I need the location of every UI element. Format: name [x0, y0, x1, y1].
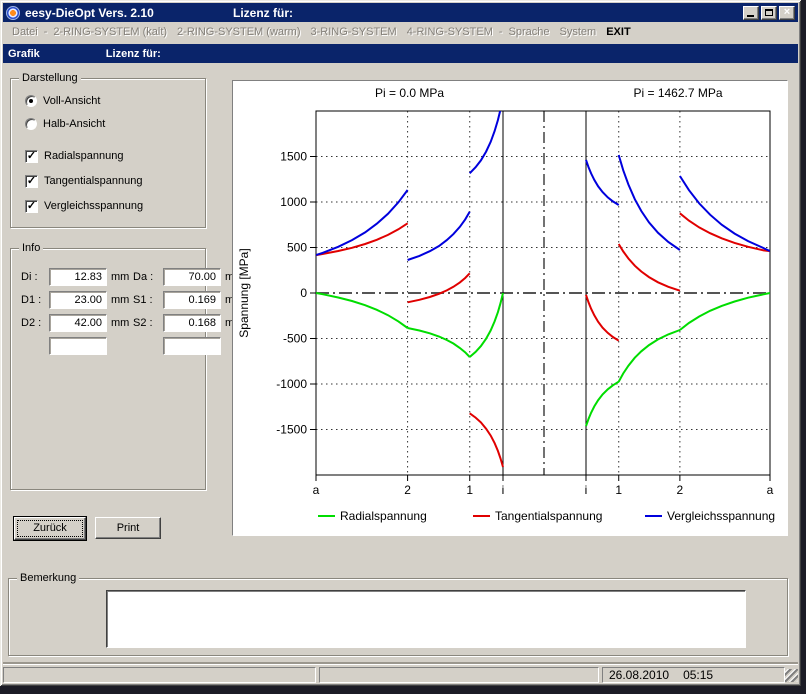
info-group: Info Di :12.83mmDa :70.00mmD1 :23.00mmS1…: [10, 248, 206, 490]
info-field-d2: 42.00: [49, 314, 107, 332]
info-field-label: Di :: [21, 271, 49, 283]
x-tick-label: 1: [615, 483, 622, 497]
minimize-icon: [747, 15, 754, 17]
minimize-button[interactable]: [743, 6, 759, 20]
x-tick-label: i: [585, 483, 588, 497]
menu-item-2-ring-system-kalt[interactable]: 2-RING-SYSTEM (kalt): [48, 24, 172, 40]
info-field-unit: mm: [107, 271, 133, 283]
menu-item-datei[interactable]: Datei: [7, 24, 43, 40]
menu-bar: Datei-2-RING-SYSTEM (kalt)2-RING-SYSTEM …: [3, 22, 798, 41]
checkbox-radialspannung[interactable]: ✓ Radialspannung: [25, 149, 124, 163]
series-radialspannung-right: [586, 293, 770, 426]
radio-voll-ansicht[interactable]: Voll-Ansicht: [25, 94, 100, 108]
zurueck-button[interactable]: Zurück: [14, 517, 86, 540]
status-panel-datetime: 26.08.2010 05:15: [602, 667, 785, 683]
info-field-label: D1 :: [21, 294, 49, 306]
menu-item-exit[interactable]: EXIT: [601, 24, 635, 40]
left-plot-title: Pi = 0.0 MPa: [375, 86, 444, 100]
y-tick-label: 500: [287, 241, 307, 255]
info-field-label: S2 :: [133, 317, 163, 329]
close-icon: ×: [780, 6, 794, 18]
bemerkung-group-title: Bemerkung: [17, 572, 79, 584]
checkbox-icon[interactable]: ✓: [25, 150, 38, 163]
bemerkung-group: Bemerkung: [8, 578, 788, 656]
info-field-s1: 0.169: [163, 291, 221, 309]
legend-label: Vergleichsspannung: [667, 509, 775, 523]
menu-item-sprache[interactable]: Sprache: [504, 24, 555, 40]
series-vergleichsspannung-right: [586, 155, 770, 251]
y-tick-label: -1500: [276, 423, 307, 437]
info-grid: Di :12.83mmDa :70.00mmD1 :23.00mmS1 :0.1…: [21, 265, 245, 357]
chart-panel: 1500 1000 500 0 -500 -1000 -1500 a 2 1 i i 1 2 a Pi = 0…: [232, 80, 788, 536]
checkbox-icon[interactable]: ✓: [25, 200, 38, 213]
info-field-d1: 23.00: [49, 291, 107, 309]
x-tick-label: 1: [466, 483, 473, 497]
checkbox-tangentialspannung-label: Tangentialspannung: [44, 175, 142, 187]
info-field-unit: mm: [107, 317, 133, 329]
checkbox-radialspannung-label: Radialspannung: [44, 150, 124, 162]
series-tangentialspannung-right: [586, 213, 770, 340]
stress-chart: 1500 1000 500 0 -500 -1000 -1500 a 2 1 i i 1 2 a Pi = 0…: [233, 81, 787, 535]
print-button[interactable]: Print: [95, 517, 161, 539]
app-window: eesy-DieOpt Vers. 2.10 Lizenz für: × Dat…: [0, 0, 801, 686]
x-tick-label: a: [313, 483, 320, 497]
status-time: 05:15: [683, 668, 713, 682]
info-field-s2: 0.168: [163, 314, 221, 332]
status-date: 26.08.2010: [609, 668, 669, 682]
info-field-da: 70.00: [163, 268, 221, 286]
x-tick-label: 2: [404, 483, 411, 497]
series-vergleichsspannung-left: [316, 97, 503, 260]
radio-icon[interactable]: [25, 95, 37, 107]
x-tick-label: i: [502, 483, 505, 497]
info-field-empty: [163, 337, 221, 355]
radio-voll-ansicht-label: Voll-Ansicht: [43, 95, 100, 107]
info-field-label: S1 :: [133, 294, 163, 306]
bemerkung-textarea[interactable]: [106, 590, 746, 648]
menu-item-4-ring-system[interactable]: 4-RING-SYSTEM: [402, 24, 498, 40]
info-field-di: 12.83: [49, 268, 107, 286]
y-tick-label: 0: [300, 286, 307, 300]
title-bar: eesy-DieOpt Vers. 2.10 Lizenz für: ×: [3, 3, 798, 22]
maximize-icon: [765, 9, 773, 16]
radio-halb-ansicht-label: Halb-Ansicht: [43, 118, 105, 130]
x-tick-label: a: [767, 483, 774, 497]
info-field-label: Da :: [133, 271, 163, 283]
legend-label: Tangentialspannung: [495, 509, 602, 523]
status-panel-2: [319, 667, 599, 683]
menu-item-system[interactable]: System: [555, 24, 602, 40]
checkbox-vergleichsspannung[interactable]: ✓ Vergleichsspannung: [25, 199, 143, 213]
checkbox-tangentialspannung[interactable]: ✓ Tangentialspannung: [25, 174, 142, 188]
status-panel-1: [3, 667, 316, 683]
y-tick-label: -500: [283, 332, 307, 346]
app-icon: [6, 6, 20, 20]
radio-icon[interactable]: [25, 118, 37, 130]
y-tick-label: 1500: [280, 150, 307, 164]
status-bar: 26.08.2010 05:15: [3, 664, 798, 683]
child-window-title: Grafik: [8, 48, 40, 60]
x-tick-label: 2: [677, 483, 684, 497]
darstellung-group: Darstellung Voll-AnsichtHalb-Ansicht✓Rad…: [10, 78, 206, 228]
maximize-button[interactable]: [761, 6, 777, 20]
checkbox-vergleichsspannung-label: Vergleichsspannung: [44, 200, 143, 212]
child-title-bar: Grafik Lizenz für:: [3, 44, 798, 63]
info-field-unit: mm: [107, 294, 133, 306]
menu-item-3-ring-system[interactable]: 3-RING-SYSTEM: [306, 24, 402, 40]
checkbox-icon[interactable]: ✓: [25, 175, 38, 188]
titlebar-license-label: Lizenz für:: [233, 6, 743, 20]
right-plot-title: Pi = 1462.7 MPa: [633, 86, 722, 100]
info-group-title: Info: [19, 242, 43, 254]
y-tick-label: 1000: [280, 195, 307, 209]
y-tick-label: -1000: [276, 377, 307, 391]
darstellung-group-title: Darstellung: [19, 72, 81, 84]
info-field-label: D2 :: [21, 317, 49, 329]
menu-item-2-ring-system-warm[interactable]: 2-RING-SYSTEM (warm): [172, 24, 305, 40]
window-title: eesy-DieOpt Vers. 2.10: [25, 6, 233, 20]
y-axis-label: Spannung [MPa]: [237, 248, 251, 337]
legend-label: Radialspannung: [340, 509, 427, 523]
radio-halb-ansicht[interactable]: Halb-Ansicht: [25, 117, 105, 131]
info-field-empty: [49, 337, 107, 355]
subbar-license-label: Lizenz für:: [106, 48, 161, 60]
resize-grip[interactable]: [785, 669, 798, 682]
close-button[interactable]: ×: [779, 6, 795, 20]
